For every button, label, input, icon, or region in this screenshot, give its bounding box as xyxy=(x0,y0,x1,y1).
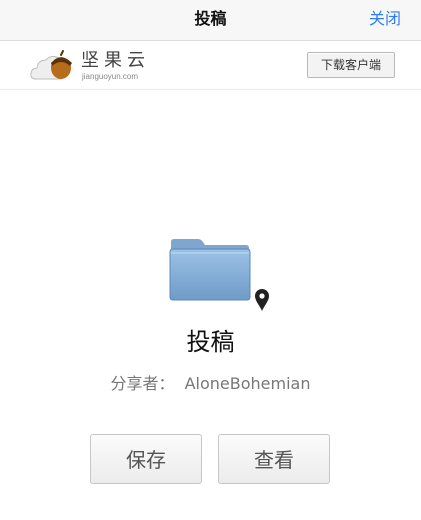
location-pin-icon xyxy=(255,289,269,311)
logo[interactable]: 坚果云 jianguoyun.com xyxy=(30,49,160,83)
sharer-name: AloneBohemian xyxy=(184,374,311,393)
brand-bar: 坚果云 jianguoyun.com 下载客户端 xyxy=(0,41,421,90)
folder-icon xyxy=(169,239,251,301)
sharer-label: 分享者： xyxy=(110,374,175,393)
jianguoyun-logo-icon xyxy=(30,50,72,80)
folder-name: 投稿 xyxy=(186,328,235,356)
page-title: 投稿 xyxy=(194,9,227,28)
close-button[interactable]: 关闭 xyxy=(369,0,401,40)
navbar: 投稿 关闭 xyxy=(0,0,421,41)
sharer-info: 分享者： AloneBohemian xyxy=(0,373,421,395)
save-button[interactable]: 保存 xyxy=(90,434,202,484)
brand-url: jianguoyun.com xyxy=(82,72,139,81)
download-client-button[interactable]: 下载客户端 xyxy=(307,52,395,78)
brand-name: 坚果云 xyxy=(81,50,150,71)
folder-thumbnail xyxy=(168,236,278,316)
view-button[interactable]: 查看 xyxy=(218,434,330,484)
